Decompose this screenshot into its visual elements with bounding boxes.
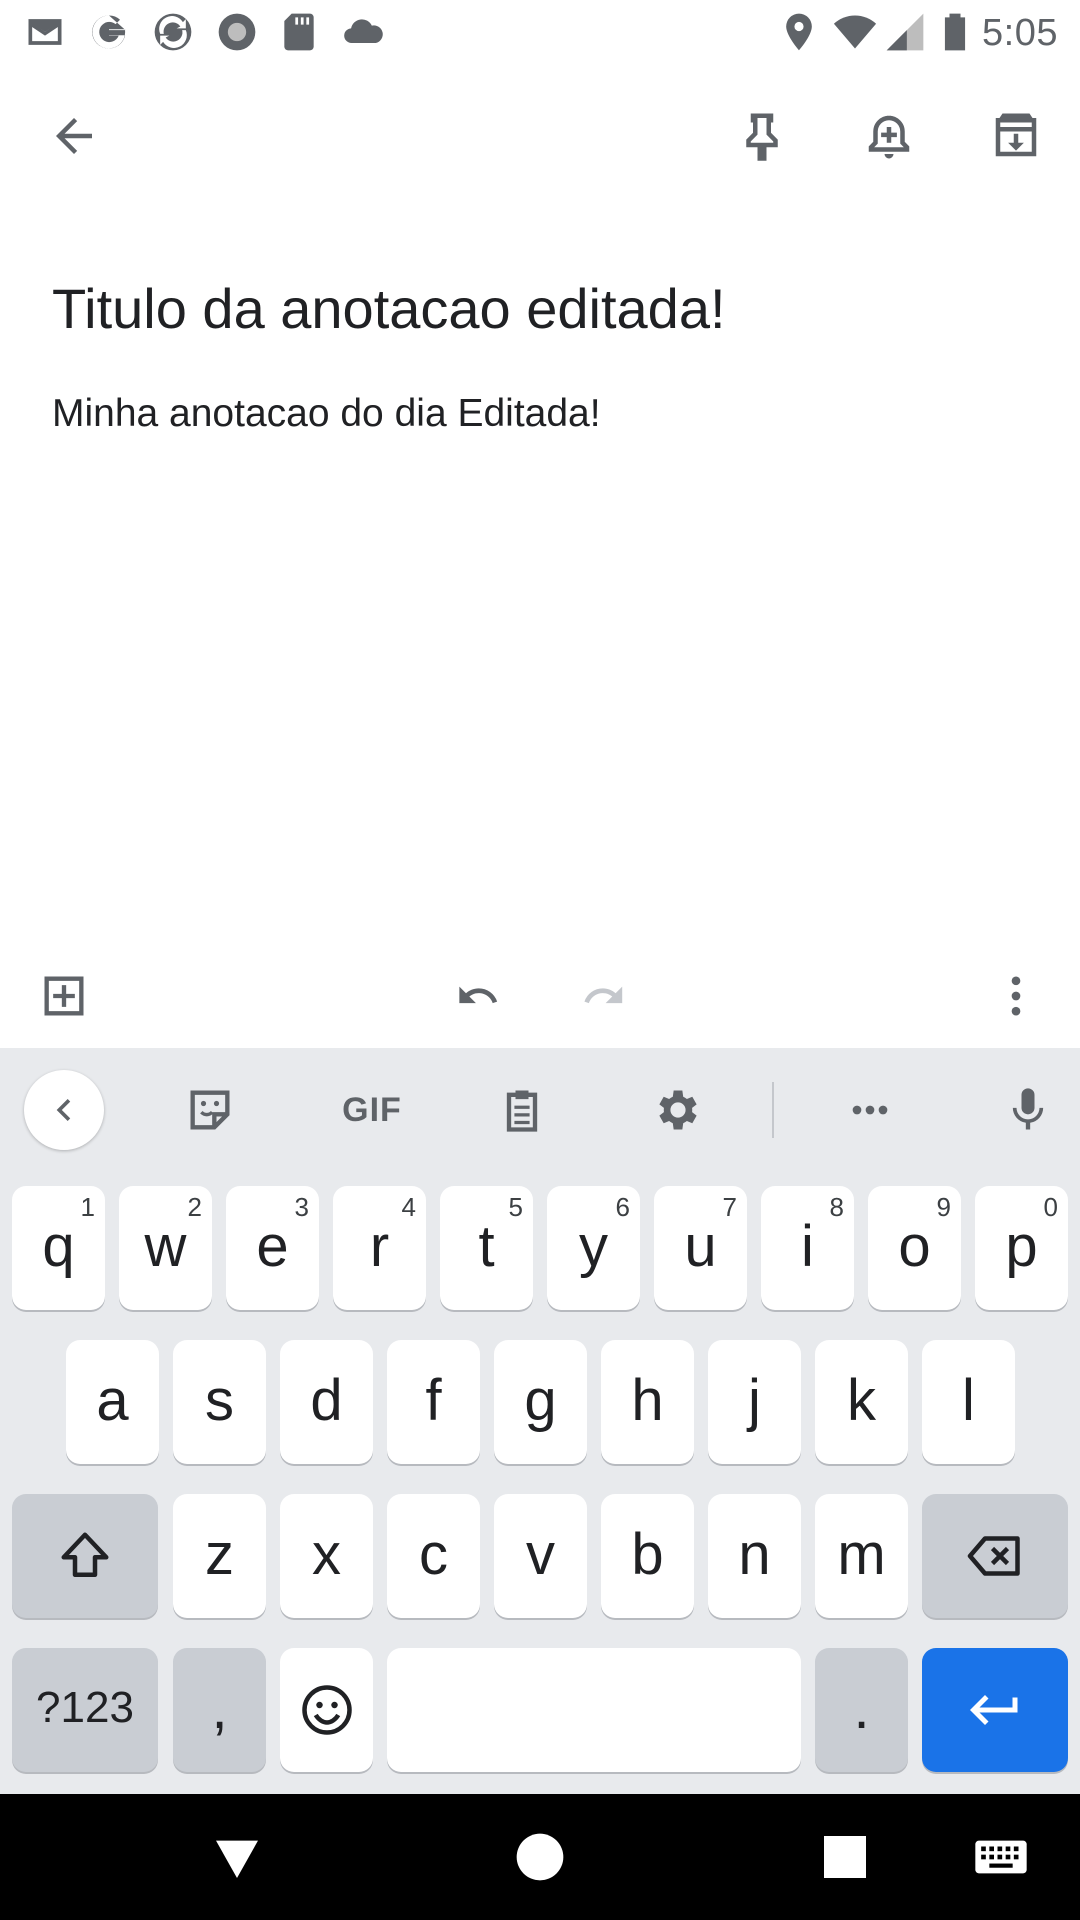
more-options-button[interactable] (976, 956, 1056, 1036)
record-icon (214, 10, 260, 54)
sticker-button[interactable] (168, 1068, 252, 1152)
soft-keyboard: GIF q1 w2 e3 r4 t5 y6 u7 i8 o9 p0 a s d … (0, 1048, 1080, 1794)
gif-button[interactable]: GIF (322, 1068, 422, 1152)
add-content-button[interactable] (24, 956, 104, 1036)
key-o[interactable]: o9 (868, 1186, 961, 1310)
enter-key[interactable] (922, 1648, 1068, 1772)
keyboard-switch-icon (975, 1840, 1027, 1874)
clipboard-icon (506, 1090, 538, 1132)
sd-card-icon (276, 10, 322, 54)
status-bar: 5:05 (0, 0, 1080, 64)
key-h[interactable]: h (601, 1340, 694, 1464)
key-n[interactable]: n (708, 1494, 801, 1618)
chevron-left-icon (56, 1099, 71, 1121)
enter-icon (970, 1695, 1018, 1725)
system-nav-bar (0, 1794, 1080, 1920)
archive-button[interactable] (976, 96, 1056, 176)
emoji-key[interactable] (280, 1648, 373, 1772)
key-s[interactable]: s (173, 1340, 266, 1464)
keyboard-settings-button[interactable] (636, 1068, 720, 1152)
more-horiz-icon (852, 1105, 888, 1115)
key-q[interactable]: q1 (12, 1186, 105, 1310)
undo-icon (459, 986, 498, 1004)
key-w[interactable]: w2 (119, 1186, 212, 1310)
note-bottom-toolbar (0, 944, 1080, 1048)
home-circle-icon (516, 1833, 564, 1881)
cloud-icon (340, 10, 386, 54)
signal-icon (882, 10, 928, 54)
key-p[interactable]: p0 (975, 1186, 1068, 1310)
key-i[interactable]: i8 (761, 1186, 854, 1310)
keyboard-collapse-button[interactable] (24, 1070, 104, 1150)
key-e[interactable]: e3 (226, 1186, 319, 1310)
key-g[interactable]: g (494, 1340, 587, 1464)
more-vert-icon (1011, 976, 1021, 1016)
keyboard-suggestion-strip: GIF (0, 1048, 1080, 1172)
pin-button[interactable] (722, 96, 802, 176)
recents-square-icon (824, 1836, 866, 1878)
reminder-button[interactable] (849, 96, 929, 176)
archive-icon (995, 113, 1037, 157)
gmail-icon (22, 10, 68, 54)
note-body[interactable]: Minha anotacao do dia Editada! (52, 392, 601, 436)
shift-key[interactable] (12, 1494, 158, 1618)
strip-divider (772, 1082, 774, 1138)
voice-input-button[interactable] (986, 1068, 1070, 1152)
comma-key[interactable]: , (173, 1648, 266, 1772)
key-x[interactable]: x (280, 1494, 373, 1618)
key-c[interactable]: c (387, 1494, 480, 1618)
redo-button[interactable] (564, 956, 644, 1036)
gear-icon (659, 1090, 697, 1130)
note-app-bar (0, 84, 1080, 188)
sticker-icon (190, 1090, 230, 1130)
shift-icon (61, 1532, 109, 1577)
back-triangle-icon (216, 1840, 258, 1878)
battery-icon (932, 10, 978, 54)
google-icon (86, 10, 132, 54)
nav-home-button[interactable] (505, 1822, 575, 1892)
period-key[interactable]: . (815, 1648, 908, 1772)
more-keyboard-options-button[interactable] (828, 1068, 912, 1152)
status-time: 5:05 (982, 12, 1058, 54)
key-u[interactable]: u7 (654, 1186, 747, 1310)
key-r[interactable]: r4 (333, 1186, 426, 1310)
reminder-bell-icon (868, 115, 910, 159)
keyboard-switch-button[interactable] (966, 1822, 1036, 1892)
redo-icon (584, 986, 623, 1004)
emoji-icon (301, 1685, 352, 1735)
key-t[interactable]: t5 (440, 1186, 533, 1310)
clipboard-button[interactable] (480, 1068, 564, 1152)
key-d[interactable]: d (280, 1340, 373, 1464)
pin-icon (746, 113, 778, 161)
key-b[interactable]: b (601, 1494, 694, 1618)
key-l[interactable]: l (922, 1340, 1015, 1464)
key-f[interactable]: f (387, 1340, 480, 1464)
location-icon (776, 10, 822, 54)
key-a[interactable]: a (66, 1340, 159, 1464)
note-title[interactable]: Titulo da anotacao editada! (52, 276, 726, 341)
nav-recents-button[interactable] (810, 1822, 880, 1892)
key-y[interactable]: y6 (547, 1186, 640, 1310)
back-arrow-icon (56, 118, 92, 154)
backspace-key[interactable] (922, 1494, 1068, 1618)
key-v[interactable]: v (494, 1494, 587, 1618)
key-j[interactable]: j (708, 1340, 801, 1464)
key-z[interactable]: z (173, 1494, 266, 1618)
backspace-icon (967, 1536, 1020, 1576)
mic-icon (1012, 1088, 1044, 1130)
symbols-key[interactable]: ?123 (12, 1648, 158, 1772)
key-k[interactable]: k (815, 1340, 908, 1464)
back-button[interactable] (34, 96, 114, 176)
wifi-icon (832, 10, 878, 54)
undo-button[interactable] (438, 956, 518, 1036)
add-box-icon (44, 976, 84, 1016)
sync-app-icon (150, 10, 196, 54)
key-m[interactable]: m (815, 1494, 908, 1618)
nav-back-button[interactable] (202, 1822, 272, 1892)
space-key[interactable] (387, 1648, 801, 1772)
